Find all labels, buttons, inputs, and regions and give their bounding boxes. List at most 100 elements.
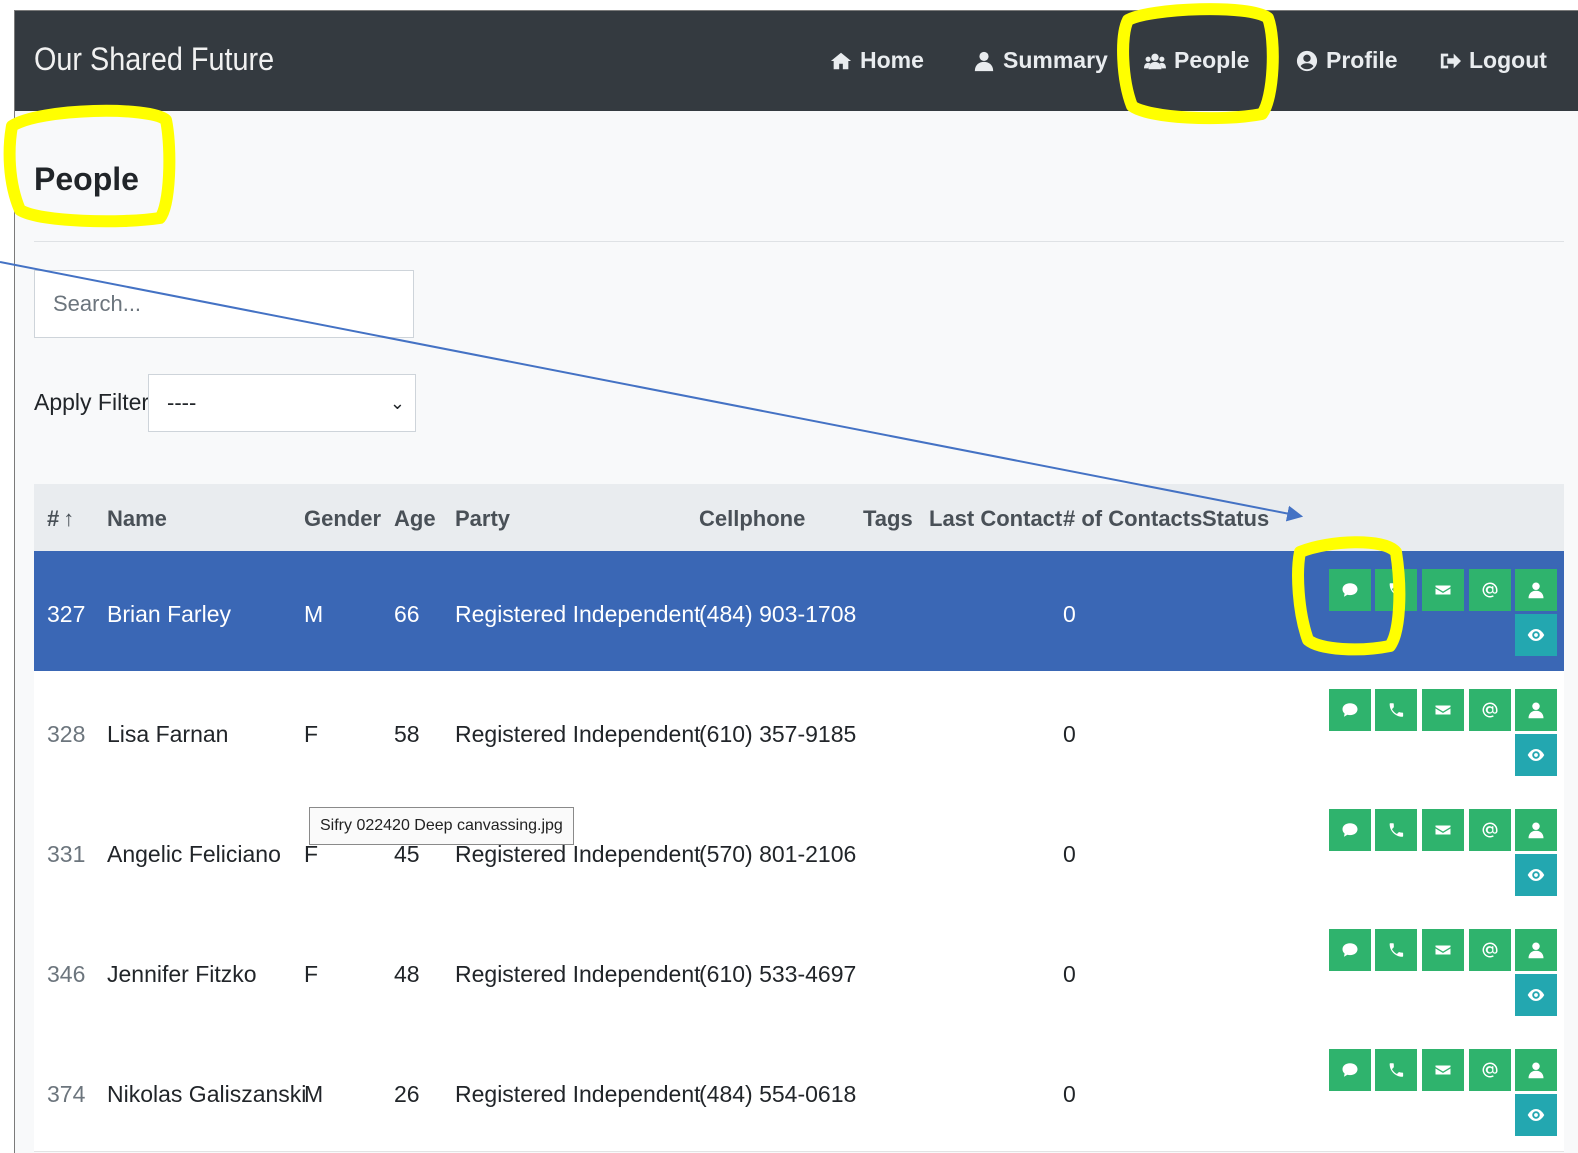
email-button[interactable] [1422, 689, 1464, 731]
sign-out-icon [1440, 53, 1461, 68]
cell-gender: F [304, 721, 319, 747]
filter-selected-value: ---- [167, 390, 197, 415]
view-button[interactable] [1515, 854, 1557, 896]
envelope-icon [1435, 825, 1451, 835]
users-icon [1144, 53, 1166, 69]
nav-home-label: Home [860, 47, 924, 73]
cell-gender: M [304, 1081, 324, 1107]
sms-button[interactable] [1329, 689, 1371, 731]
cell-age: 26 [394, 1081, 420, 1107]
cell-id: 328 [47, 721, 86, 747]
user-icon [1528, 702, 1544, 719]
at-button[interactable] [1469, 809, 1511, 851]
at-button[interactable] [1469, 569, 1511, 611]
sms-icon [1342, 823, 1358, 837]
table-row[interactable]: 327 Brian Farley M 66 Registered Independent… [34, 551, 1564, 672]
table-row[interactable]: 331 Angelic Feliciano F 45 Registered Indepe… [34, 791, 1564, 912]
filter-label: Apply Filter [34, 389, 150, 415]
profile-button[interactable] [1515, 929, 1557, 971]
phone-icon [1389, 703, 1404, 717]
eye-icon [1527, 989, 1545, 1001]
col-age-header[interactable]: Age [394, 506, 436, 532]
navbar: Our Shared Future Home Summary People Pr… [15, 11, 1578, 111]
filter-select[interactable]: ---- ⌄ [148, 374, 416, 432]
sms-button[interactable] [1329, 809, 1371, 851]
user-icon [1528, 942, 1544, 959]
user-icon [1528, 582, 1544, 599]
cell-id: 327 [47, 601, 86, 627]
tooltip: Sifry 022420 Deep canvassing.jpg [309, 807, 574, 845]
view-button[interactable] [1515, 974, 1557, 1016]
col-status-header[interactable]: Status [1202, 506, 1269, 532]
sort-asc-icon: ↑ [63, 506, 75, 531]
cell-name: Nikolas Galiszanski [107, 1081, 307, 1107]
nav-home[interactable]: Home [830, 47, 924, 74]
at-icon [1482, 942, 1498, 958]
nav-people[interactable]: People [1144, 47, 1249, 74]
envelope-icon [1435, 705, 1451, 715]
nav-summary[interactable]: Summary [973, 47, 1108, 74]
col-tags-header[interactable]: Tags [863, 506, 913, 532]
at-button[interactable] [1469, 689, 1511, 731]
call-button[interactable] [1375, 1049, 1417, 1091]
cell-age: 66 [394, 601, 420, 627]
col-cellphone-header[interactable]: Cellphone [699, 506, 805, 532]
col-party-header[interactable]: Party [455, 506, 510, 532]
sms-icon [1342, 583, 1358, 597]
sms-button[interactable] [1329, 569, 1371, 611]
col-name-header[interactable]: Name [107, 506, 167, 532]
call-button[interactable] [1375, 689, 1417, 731]
table-row[interactable]: 328 Lisa Farnan F 58 Registered Independent(… [34, 671, 1564, 792]
cell-party: Registered Independent [455, 961, 701, 987]
cell-id: 374 [47, 1081, 86, 1107]
cell-name: Angelic Feliciano [107, 841, 281, 867]
profile-button[interactable] [1515, 689, 1557, 731]
cell-age: 58 [394, 721, 420, 747]
profile-button[interactable] [1515, 569, 1557, 611]
nav-people-label: People [1174, 47, 1250, 73]
cell-id: 346 [47, 961, 86, 987]
phone-icon [1389, 1063, 1404, 1077]
email-button[interactable] [1422, 569, 1464, 611]
sms-button[interactable] [1329, 1049, 1371, 1091]
at-button[interactable] [1469, 1049, 1511, 1091]
at-button[interactable] [1469, 929, 1511, 971]
nav-logout[interactable]: Logout [1439, 47, 1547, 74]
brand[interactable]: Our Shared Future [34, 41, 274, 78]
app-window: Our Shared Future Home Summary People Pr… [14, 10, 1578, 1153]
profile-button[interactable] [1515, 1049, 1557, 1091]
phone-icon [1389, 823, 1404, 837]
sms-icon [1342, 1063, 1358, 1077]
sms-icon [1342, 703, 1358, 717]
cell-contacts: 0 [1063, 1081, 1076, 1107]
at-icon [1482, 582, 1498, 598]
cell-age: 48 [394, 961, 420, 987]
view-button[interactable] [1515, 734, 1557, 776]
chevron-down-icon: ⌄ [389, 393, 405, 413]
table-row[interactable]: 374 Nikolas Galiszanski M 26 Registered Inde… [34, 1031, 1564, 1152]
sms-button[interactable] [1329, 929, 1371, 971]
eye-icon [1527, 1109, 1545, 1121]
eye-icon [1527, 869, 1545, 881]
table-row[interactable]: 346 Jennifer Fitzko F 48 Registered Independ… [34, 911, 1564, 1032]
view-button[interactable] [1515, 614, 1557, 656]
email-button[interactable] [1422, 929, 1464, 971]
profile-button[interactable] [1515, 809, 1557, 851]
col-gender-header[interactable]: Gender [304, 506, 381, 532]
call-button[interactable] [1375, 929, 1417, 971]
cell-name: Jennifer Fitzko [107, 961, 257, 987]
nav-profile[interactable]: Profile [1296, 47, 1398, 74]
cell-name: Lisa Farnan [107, 721, 229, 747]
call-button[interactable] [1375, 809, 1417, 851]
email-button[interactable] [1422, 1049, 1464, 1091]
email-button[interactable] [1422, 809, 1464, 851]
col-last-contact-header[interactable]: Last Contact [929, 506, 1062, 532]
cell-cellphone: (484) 554-0618 [699, 1081, 857, 1107]
search-input[interactable]: Search... [34, 270, 414, 338]
call-button[interactable] [1375, 569, 1417, 611]
home-icon [830, 52, 852, 69]
col-id-header[interactable]: # ↑ [47, 506, 74, 532]
view-button[interactable] [1515, 1094, 1557, 1136]
nav-profile-label: Profile [1326, 47, 1398, 73]
col-contacts-header[interactable]: # of Contacts [1063, 506, 1202, 532]
